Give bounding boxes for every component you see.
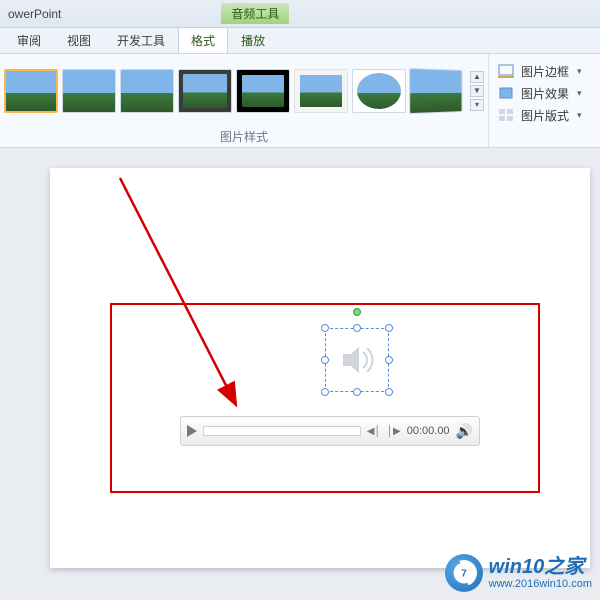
audio-control-bar: ◀│ │▶ 00:00.00 🔊 xyxy=(180,416,480,446)
gallery-scroll-down[interactable]: ▼ xyxy=(470,85,484,97)
tab-review[interactable]: 审阅 xyxy=(4,27,54,53)
ribbon: ▲ ▼ ▾ 图片样式 图片边框 ▾ 图片效果 ▾ 图片版式 ▾ xyxy=(0,54,600,148)
resize-handle[interactable] xyxy=(353,388,361,396)
group-label-picture-styles: 图片样式 xyxy=(0,127,488,147)
style-thumb-3[interactable] xyxy=(120,69,174,113)
gallery-more[interactable]: ▾ xyxy=(470,99,484,111)
speaker-icon xyxy=(337,340,377,380)
chevron-down-icon: ▾ xyxy=(577,88,582,99)
time-display: 00:00.00 xyxy=(407,425,450,437)
gallery-expand: ▲ ▼ ▾ xyxy=(468,69,484,113)
contextual-tab-label: 音频工具 xyxy=(221,3,289,24)
picture-styles-group: ▲ ▼ ▾ 图片样式 xyxy=(0,54,489,147)
picture-options-group: 图片边框 ▾ 图片效果 ▾ 图片版式 ▾ xyxy=(489,54,600,147)
play-button[interactable] xyxy=(187,425,197,437)
gallery-scroll-up[interactable]: ▲ xyxy=(470,71,484,83)
resize-handle[interactable] xyxy=(353,324,361,332)
layout-icon xyxy=(497,107,515,123)
style-thumb-7[interactable] xyxy=(352,69,406,113)
slide-area: ◀│ │▶ 00:00.00 🔊 xyxy=(0,148,600,600)
picture-effects-label: 图片效果 xyxy=(521,85,569,102)
title-bar: owerPoint 音频工具 xyxy=(0,0,600,28)
resize-handle[interactable] xyxy=(321,324,329,332)
skip-back-button[interactable]: ◀│ xyxy=(367,424,381,438)
volume-icon[interactable]: 🔊 xyxy=(456,423,473,440)
audio-object[interactable] xyxy=(325,328,389,392)
resize-handle[interactable] xyxy=(385,324,393,332)
resize-handle[interactable] xyxy=(385,388,393,396)
watermark: win10之家 www.2016win10.com xyxy=(445,554,592,592)
tab-format[interactable]: 格式 xyxy=(178,27,228,53)
app-title: owerPoint xyxy=(8,7,61,21)
picture-effects-button[interactable]: 图片效果 ▾ xyxy=(497,82,594,104)
style-thumb-2[interactable] xyxy=(62,69,116,113)
resize-handle[interactable] xyxy=(321,356,329,364)
effects-icon xyxy=(497,85,515,101)
picture-border-label: 图片边框 xyxy=(521,63,569,80)
style-thumb-6[interactable] xyxy=(294,69,348,113)
picture-layout-label: 图片版式 xyxy=(521,107,569,124)
watermark-logo-icon xyxy=(445,554,483,592)
chevron-down-icon: ▾ xyxy=(577,66,582,77)
style-thumb-5[interactable] xyxy=(236,69,290,113)
picture-border-button[interactable]: 图片边框 ▾ xyxy=(497,60,594,82)
style-thumb-1[interactable] xyxy=(4,69,58,113)
seek-slider[interactable] xyxy=(203,426,361,436)
style-thumb-4[interactable] xyxy=(178,69,232,113)
watermark-url: www.2016win10.com xyxy=(489,578,592,590)
rotate-handle[interactable] xyxy=(353,308,361,316)
resize-handle[interactable] xyxy=(321,388,329,396)
picture-style-gallery: ▲ ▼ ▾ xyxy=(0,54,488,127)
pencil-icon xyxy=(497,63,515,79)
style-thumb-8[interactable] xyxy=(409,67,462,113)
tab-playback[interactable]: 播放 xyxy=(228,27,278,53)
ribbon-tabs: 审阅 视图 开发工具 格式 播放 xyxy=(0,28,600,54)
skip-forward-button[interactable]: │▶ xyxy=(387,424,401,438)
resize-handle[interactable] xyxy=(385,356,393,364)
slide-canvas[interactable]: ◀│ │▶ 00:00.00 🔊 xyxy=(50,168,590,568)
picture-layout-button[interactable]: 图片版式 ▾ xyxy=(497,104,594,126)
tab-dev-tools[interactable]: 开发工具 xyxy=(104,27,178,53)
watermark-title: win10之家 xyxy=(489,556,592,578)
chevron-down-icon: ▾ xyxy=(577,110,582,121)
tab-view[interactable]: 视图 xyxy=(54,27,104,53)
